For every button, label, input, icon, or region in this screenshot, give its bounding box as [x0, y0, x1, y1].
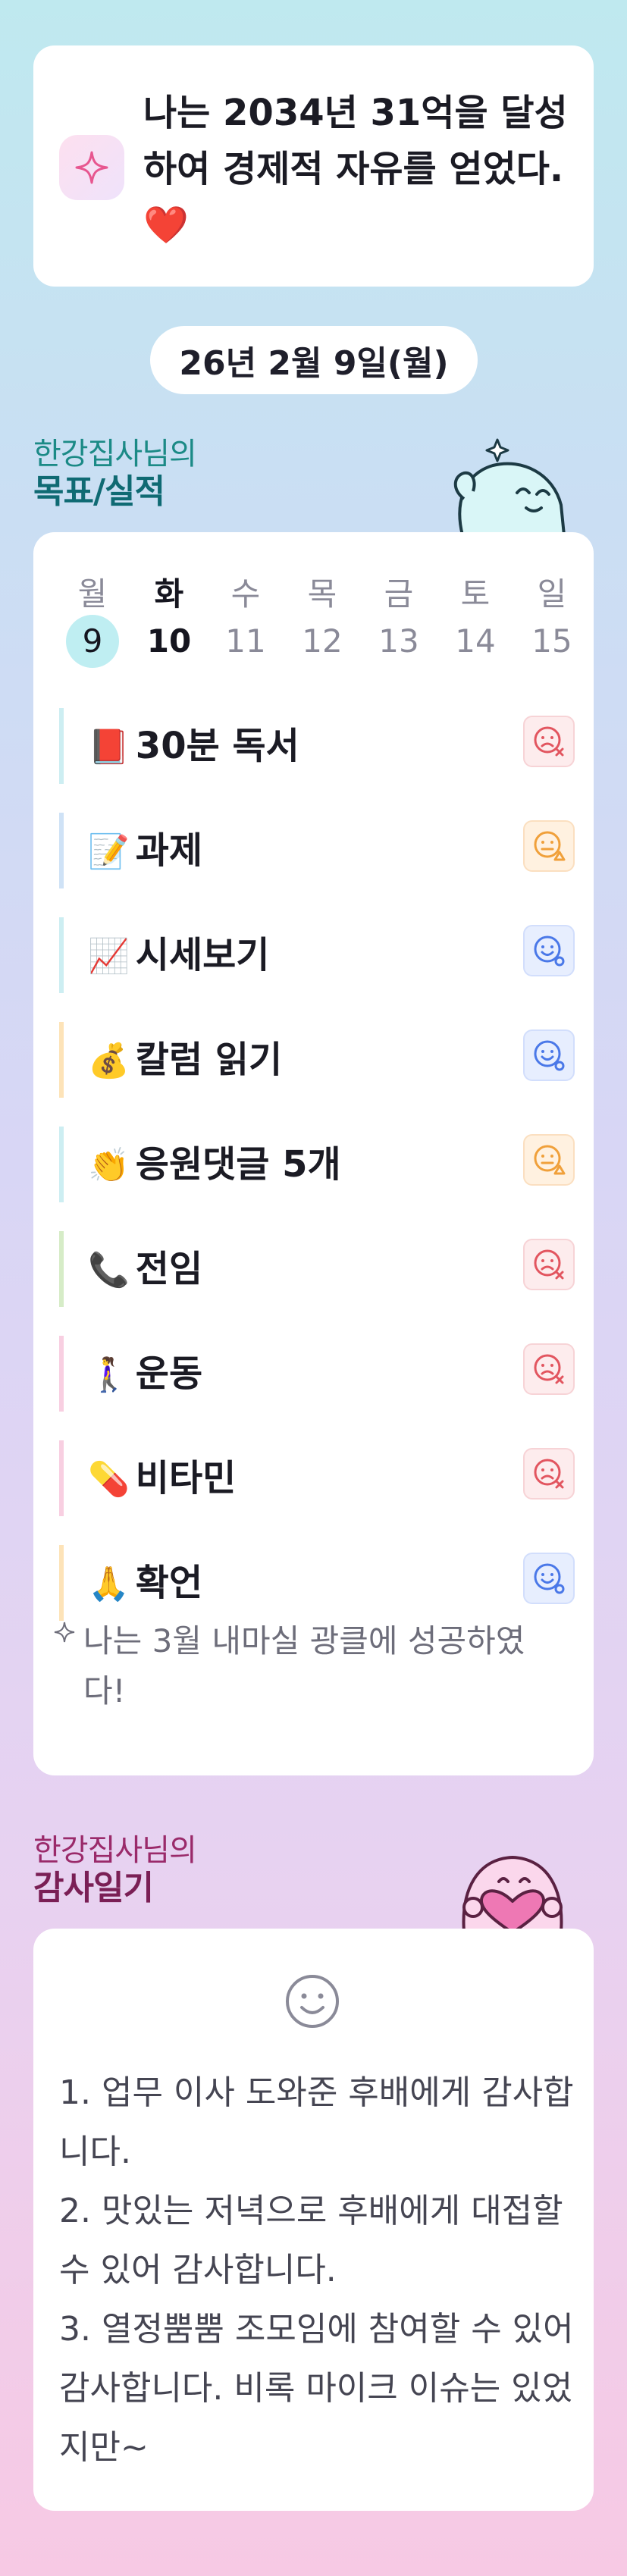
smile-circle-icon[interactable] — [523, 925, 575, 976]
sparkle-small-icon — [54, 1622, 75, 1643]
week-strip: 월9 화 10 수 11 목 12 금 13 토 14 일 15 — [62, 575, 578, 668]
task-label: 📕 30분 독서 — [88, 708, 299, 784]
goal-statement: 나는 2034년 31억을 달성하여 경제적 자유를 얻었다.❤️ — [143, 92, 568, 246]
gratitude-section-title: 감사일기 — [33, 1869, 154, 1907]
task-label: 👏 응원댓글 5개 — [88, 1127, 341, 1202]
task-emoji-icon: 📞 — [88, 1251, 130, 1290]
task-emoji-icon: 💰 — [88, 1042, 130, 1080]
goals-section-title: 목표/실적 — [33, 472, 165, 511]
affirmation-note: 나는 3월 내마실 광클에 성공하였다! — [54, 1616, 553, 1716]
task-emoji-icon: 📈 — [88, 937, 130, 976]
task-row[interactable]: 💊 비타민 — [59, 1440, 575, 1516]
checklist-card: 월9 화 10 수 11 목 12 금 13 토 14 일 15 📕 30분 독서 📝 과제 📈 시세… — [33, 532, 594, 1775]
task-title: 응원댓글 5개 — [135, 1143, 341, 1186]
task-title: 전임 — [135, 1248, 203, 1290]
task-row[interactable]: 📈 시세보기 — [59, 917, 575, 993]
sad-x-icon[interactable] — [523, 1343, 575, 1395]
task-label: 💊 비타민 — [88, 1440, 236, 1516]
task-row[interactable]: 💰 칼럼 읽기 — [59, 1022, 575, 1098]
sad-x-icon[interactable] — [523, 1239, 575, 1290]
neutral-triangle-icon[interactable] — [523, 820, 575, 872]
sparkle-icon — [59, 135, 124, 200]
task-row[interactable]: 🙏 확언 — [59, 1545, 575, 1621]
task-emoji-icon: 📝 — [88, 832, 130, 871]
task-title: 과제 — [135, 829, 203, 872]
task-row[interactable]: 📕 30분 독서 — [59, 708, 575, 784]
task-emoji-icon: 👏 — [88, 1146, 130, 1185]
task-label: 📞 전임 — [88, 1231, 202, 1307]
day-fri[interactable]: 금 13 — [368, 575, 429, 668]
gratitude-card: 1. 업무 이사 도와준 후배에게 감사합니다. 2. 맛있는 저녁으로 후배에… — [33, 1929, 594, 2511]
date-selector[interactable]: 26년 2월 9일(월) — [150, 326, 478, 394]
neutral-triangle-icon[interactable] — [523, 1134, 575, 1186]
day-thu[interactable]: 목 12 — [292, 575, 353, 668]
task-emoji-icon: 🙏 — [88, 1565, 130, 1603]
sad-x-icon[interactable] — [523, 1448, 575, 1500]
day-mon[interactable]: 월9 — [62, 575, 123, 668]
day-sun[interactable]: 일 15 — [522, 575, 582, 668]
task-title: 운동 — [135, 1352, 203, 1395]
task-label: 🚶‍♀️ 운동 — [88, 1336, 202, 1412]
task-label: 🙏 확언 — [88, 1545, 202, 1621]
heart-icon: ❤️ — [143, 204, 189, 246]
goal-card: 나는 2034년 31억을 달성하여 경제적 자유를 얻었다.❤️ — [33, 45, 594, 287]
task-label: 📈 시세보기 — [88, 917, 269, 993]
smile-circle-icon[interactable] — [523, 1029, 575, 1081]
day-sat[interactable]: 토 14 — [445, 575, 506, 668]
task-emoji-icon: 💊 — [88, 1460, 130, 1499]
smile-circle-icon[interactable] — [523, 1553, 575, 1604]
task-row[interactable]: 📞 전임 — [59, 1231, 575, 1307]
ghost-mascot-icon — [453, 438, 566, 535]
task-title: 확언 — [135, 1562, 203, 1604]
task-row[interactable]: 📝 과제 — [59, 813, 575, 888]
task-label: 💰 칼럼 읽기 — [88, 1022, 282, 1098]
task-emoji-icon: 🚶‍♀️ — [88, 1355, 130, 1394]
task-row[interactable]: 🚶‍♀️ 운동 — [59, 1336, 575, 1412]
task-title: 칼럼 읽기 — [135, 1039, 283, 1081]
gratitude-text: 1. 업무 이사 도와준 후배에게 감사합니다. 2. 맛있는 저녁으로 후배에… — [59, 2073, 574, 2467]
task-title: 30분 독서 — [135, 725, 299, 767]
task-label: 📝 과제 — [88, 813, 202, 888]
day-tue[interactable]: 화 10 — [139, 575, 199, 668]
smile-icon — [286, 1975, 339, 2028]
task-emoji-icon: 📕 — [88, 728, 130, 766]
heart-mascot-icon — [462, 1855, 563, 1932]
sad-x-icon[interactable] — [523, 716, 575, 767]
task-title: 시세보기 — [135, 934, 270, 976]
day-wed[interactable]: 수 11 — [215, 575, 276, 668]
task-title: 비타민 — [135, 1457, 237, 1500]
task-row[interactable]: 👏 응원댓글 5개 — [59, 1127, 575, 1202]
